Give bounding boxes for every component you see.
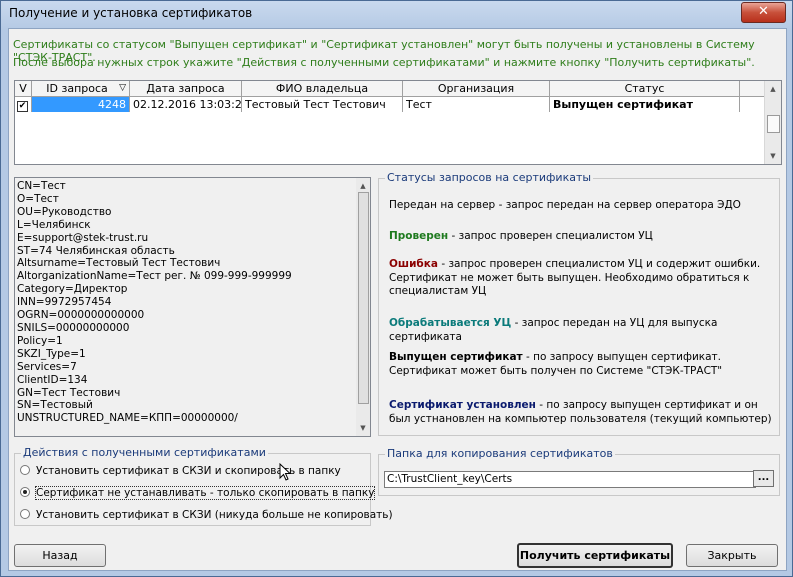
status-description: Проверен - запрос проверен специалистом … [389,230,774,244]
column-header-v[interactable]: V [15,81,32,96]
status-description: Передан на сервер - запрос передан на се… [389,199,774,213]
cert-field-line: SNILS=00000000000 [17,321,130,334]
radio-label: Сертификат не устанавливать - только ско… [34,486,376,500]
mouse-cursor-icon [279,463,292,481]
dialog-client-area: Сертификаты со статусом "Выпущен сертифи… [8,28,787,571]
column-header-date[interactable]: Дата запроса [130,81,242,96]
column-header-owner[interactable]: ФИО владельца [242,81,403,96]
browse-folder-button[interactable]: ... [753,470,774,487]
cert-field-line: ST=74 Челябинская область [17,244,175,257]
window-title: Получение и установка сертификатов [9,6,253,20]
radio-button-selected[interactable] [20,487,30,497]
title-bar: Получение и установка сертификатов ✕ [1,1,792,27]
status-key: Проверен [389,230,449,242]
status-key: Ошибка [389,258,438,270]
status-description: Обрабатывается УЦ - запрос передан на УЦ… [389,317,774,344]
cert-field-line: INN=9972957454 [17,296,112,309]
status-description: Ошибка - запрос проверен специалистом УЦ… [389,258,774,299]
cert-field-line: CN=Тест [17,180,66,192]
folder-legend: Папка для копирования сертификатов [385,447,615,460]
table-row[interactable]: ✔ 4248 02.12.2016 13:03:28 Тестовый Тест… [15,97,767,112]
certificate-details-box[interactable]: CN=Тест O=Тест OU=Руководство L=Челябинск E=… [14,177,371,437]
cert-field-line: Services=7 [17,360,77,373]
sort-desc-icon: ▽ [119,83,126,93]
statuses-group: Статусы запросов на сертификаты Передан … [378,171,780,436]
requests-grid[interactable]: V ID запроса ▽ Дата запроса ФИО владельц… [14,80,782,165]
column-header-id-label: ID запроса [46,82,108,95]
info-line-2: После выбора нужных строк укажите "Дейст… [13,56,755,69]
window-close-button[interactable]: ✕ [741,2,786,23]
close-button[interactable]: Закрыть [686,544,778,567]
cert-field-line: SN=Тестовый [17,399,93,412]
status-key: Передан на сервер [389,199,496,211]
cell-id[interactable]: 4248 [32,97,130,112]
status-key: Обрабатывается УЦ [389,317,512,329]
cert-field-line: E=support@stek-trust.ru [17,231,149,244]
radio-label: Установить сертификат в СКЗИ и скопирова… [36,465,341,477]
status-key: Сертификат установлен [389,399,536,411]
back-button[interactable]: Назад [14,544,106,567]
grid-vertical-scrollbar[interactable]: ▲ ▼ [764,81,781,164]
status-description: Выпущен сертификат - по запросу выпущен … [389,351,774,378]
cert-vertical-scrollbar[interactable]: ▲ ▼ [356,178,370,436]
cell-status[interactable]: Выпущен сертификат [550,97,740,112]
scroll-thumb[interactable] [767,115,780,133]
scroll-down-icon[interactable]: ▼ [356,420,370,436]
row-checkbox-cell: ✔ [15,97,32,112]
statuses-legend: Статусы запросов на сертификаты [385,171,594,184]
radio-label: Установить сертификат в СКЗИ (никуда бол… [36,509,393,521]
actions-group: Действия с полученными сертификатами Уст… [14,446,393,526]
column-header-org[interactable]: Организация [403,81,550,96]
scroll-down-icon[interactable]: ▼ [765,148,781,164]
row-checkbox[interactable]: ✔ [17,101,28,112]
dialog-window: Получение и установка сертификатов ✕ Сер… [0,0,793,577]
radio-button[interactable] [20,509,30,519]
status-text: - запрос передан на сервер оператора ЭДО [495,199,741,211]
folder-path-field[interactable]: C:\TrustClient_key\Certs [384,471,756,488]
cert-field-line: OGRN=0000000000000 [17,309,145,322]
cert-field-line: O=Тест [17,192,59,205]
status-key: Выпущен сертификат [389,351,523,363]
cell-date[interactable]: 02.12.2016 13:03:28 [130,97,242,112]
cell-owner[interactable]: Тестовый Тест Тестович [242,97,403,112]
cert-field-line: SKZI_Type=1 [17,347,86,360]
grid-header: V ID запроса ▽ Дата запроса ФИО владельц… [15,81,767,97]
cell-org[interactable]: Тест [403,97,550,112]
cert-field-line: Altsurname=Тестовый Тест Тестович [17,257,221,270]
status-description: Сертификат установлен - по запросу выпущ… [389,399,774,426]
radio-copy-only[interactable]: Сертификат не устанавливать - только ско… [20,486,376,501]
scroll-up-icon[interactable]: ▲ [765,81,781,97]
radio-button[interactable] [20,465,30,475]
actions-legend: Действия с полученными сертификатами [21,446,268,459]
cert-field-line: L=Челябинск [17,218,91,231]
radio-install-only[interactable]: Установить сертификат в СКЗИ (никуда бол… [20,509,393,523]
cert-field-line: Policy=1 [17,334,63,347]
folder-group: Папка для копирования сертификатов C:\Tr… [378,447,780,496]
cert-field-line: UNSTRUCTURED_NAME=КПП=00000000/ [17,412,238,425]
cert-field-line: OU=Руководство [17,205,112,218]
status-text: - запрос проверен специалистом УЦ и соде… [389,258,761,297]
status-text: - запрос проверен специалистом УЦ [448,230,653,242]
scroll-thumb[interactable] [358,192,369,404]
cert-field-line: AltorganizationName=Тест рег. № 099-999-… [17,270,292,283]
get-certificates-button[interactable]: Получить сертификаты [517,543,673,568]
column-header-status[interactable]: Статус [550,81,740,96]
column-header-id[interactable]: ID запроса ▽ [32,81,130,96]
cert-field-line: ClientID=134 [17,373,88,386]
cert-field-line: GN=Тест Тестович [17,386,121,399]
cert-field-line: Category=Директор [17,283,128,296]
certificate-fields: CN=Тест O=Тест OU=Руководство L=Челябинск E=… [17,180,292,425]
